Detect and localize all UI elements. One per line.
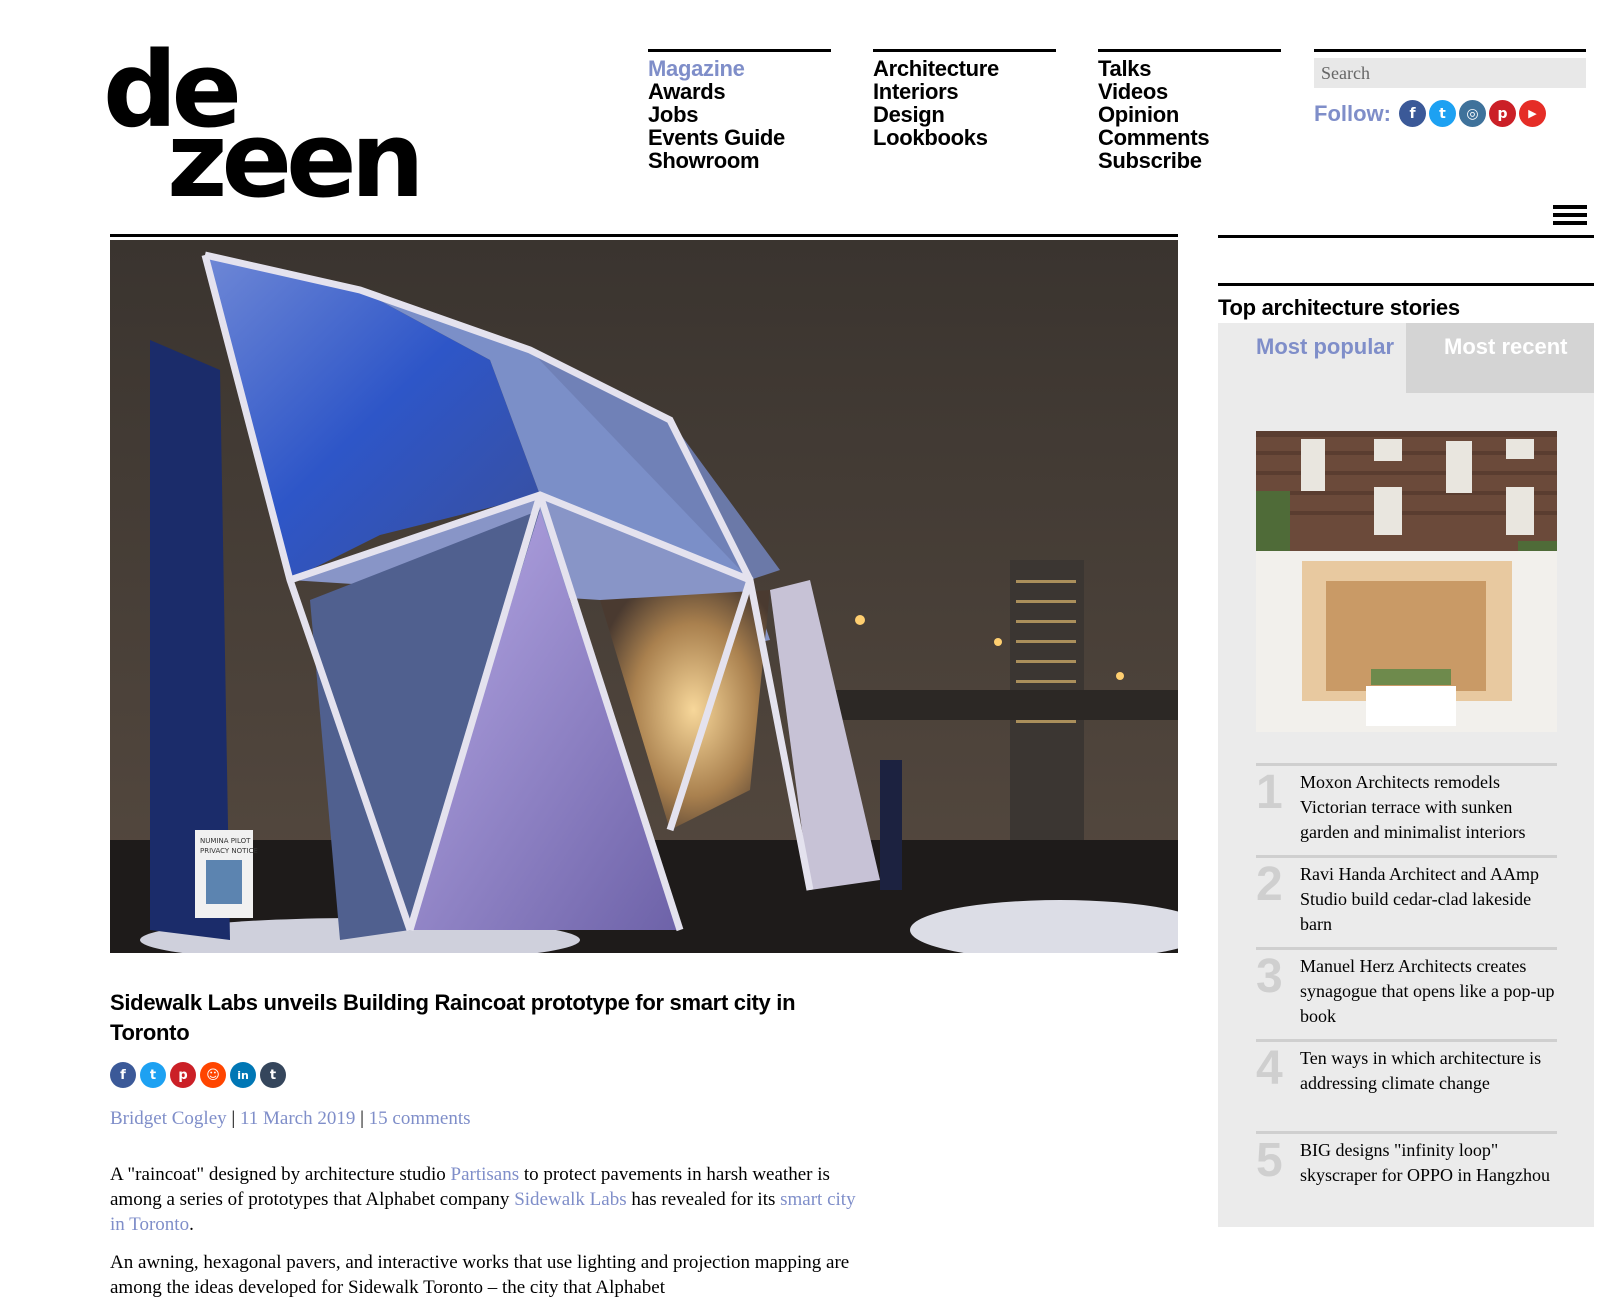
story-rank: 1 bbox=[1256, 766, 1283, 819]
nav-jobs[interactable]: Jobs bbox=[648, 103, 831, 126]
nav-videos[interactable]: Videos bbox=[1098, 80, 1281, 103]
story-item-4[interactable]: 4 Ten ways in which architecture is addr… bbox=[1256, 1039, 1557, 1129]
story-title[interactable]: Manuel Herz Architects creates synagogue… bbox=[1300, 954, 1560, 1029]
follow-label: Follow: bbox=[1314, 100, 1391, 126]
paragraph-text: . bbox=[189, 1214, 194, 1235]
nav-subscribe[interactable]: Subscribe bbox=[1098, 149, 1281, 172]
pinterest-icon[interactable]: p bbox=[1488, 100, 1516, 127]
story-title[interactable]: Ten ways in which architecture is addres… bbox=[1300, 1046, 1560, 1096]
author-link[interactable]: Bridget Cogley bbox=[110, 1108, 227, 1129]
sidebar-divider bbox=[1218, 283, 1594, 286]
share-facebook-icon[interactable]: f bbox=[110, 1062, 136, 1088]
story-item-3[interactable]: 3 Manuel Herz Architects creates synagog… bbox=[1256, 947, 1557, 1037]
byline-separator: | bbox=[226, 1108, 240, 1129]
nav-awards[interactable]: Awards bbox=[648, 80, 831, 103]
nav-interiors[interactable]: Interiors bbox=[873, 80, 1056, 103]
story-rank: 5 bbox=[1256, 1134, 1283, 1187]
image-sign-line-2: PRIVACY NOTICE bbox=[200, 847, 258, 855]
comments-link[interactable]: 15 comments bbox=[369, 1108, 471, 1129]
story-thumbnail[interactable] bbox=[1256, 431, 1557, 732]
story-title[interactable]: BIG designs "infinity loop" skyscraper f… bbox=[1300, 1138, 1560, 1188]
nav-events-guide[interactable]: Events Guide bbox=[648, 126, 831, 149]
top-stories-panel: Most popular Most recent 1 Moxon Archite… bbox=[1218, 323, 1594, 1227]
share-tumblr-icon[interactable]: t bbox=[260, 1062, 286, 1088]
youtube-icon[interactable]: ▶ bbox=[1518, 100, 1546, 127]
share-pinterest-icon[interactable]: p bbox=[170, 1062, 196, 1088]
article-byline: Bridget Cogley | 11 March 2019 | 15 comm… bbox=[110, 1108, 471, 1130]
nav-lookbooks[interactable]: Lookbooks bbox=[873, 126, 1056, 149]
nav-comments[interactable]: Comments bbox=[1098, 126, 1281, 149]
nav-design[interactable]: Design bbox=[873, 103, 1056, 126]
main-divider bbox=[110, 234, 1178, 237]
sidebar-divider bbox=[1218, 235, 1594, 238]
paragraph-text: has revealed for its bbox=[626, 1189, 781, 1210]
article-title[interactable]: Sidewalk Labs unveils Building Raincoat … bbox=[110, 988, 830, 1048]
twitter-icon[interactable]: t bbox=[1428, 100, 1456, 127]
nav-column-3: Talks Videos Opinion Comments Subscribe bbox=[1098, 49, 1281, 172]
nav-column-1: Magazine Awards Jobs Events Guide Showro… bbox=[648, 49, 831, 172]
follow-row: Follow: f t ◎ p ▶ bbox=[1314, 100, 1586, 127]
tab-most-recent[interactable]: Most recent bbox=[1406, 323, 1594, 393]
share-reddit-icon[interactable]: ☺ bbox=[200, 1062, 226, 1088]
story-item-1[interactable]: 1 Moxon Architects remodels Victorian te… bbox=[1256, 763, 1557, 853]
share-row: f t p ☺ in t bbox=[110, 1062, 290, 1088]
story-title[interactable]: Ravi Handa Architect and AAmp Studio bui… bbox=[1300, 862, 1560, 937]
share-linkedin-icon[interactable]: in bbox=[230, 1062, 256, 1088]
facebook-icon[interactable]: f bbox=[1398, 100, 1426, 127]
nav-magazine[interactable]: Magazine bbox=[648, 57, 831, 80]
article-paragraph-1: A "raincoat" designed by architecture st… bbox=[110, 1162, 870, 1237]
nav-talks[interactable]: Talks bbox=[1098, 57, 1281, 80]
date-link[interactable]: 11 March 2019 bbox=[240, 1108, 355, 1129]
hamburger-menu-icon[interactable] bbox=[1553, 205, 1587, 231]
story-rank: 2 bbox=[1256, 858, 1283, 911]
search-follow-block: Follow: f t ◎ p ▶ bbox=[1314, 49, 1586, 127]
dezeen-logo[interactable]: de zeen bbox=[103, 38, 425, 212]
nav-opinion[interactable]: Opinion bbox=[1098, 103, 1281, 126]
story-rank: 3 bbox=[1256, 950, 1283, 1003]
paragraph-text: A "raincoat" designed by architecture st… bbox=[110, 1164, 451, 1185]
story-item-5[interactable]: 5 BIG designs "infinity loop" skyscraper… bbox=[1256, 1131, 1557, 1221]
nav-column-2: Architecture Interiors Design Lookbooks bbox=[873, 49, 1056, 149]
share-twitter-icon[interactable]: t bbox=[140, 1062, 166, 1088]
byline-separator: | bbox=[355, 1108, 369, 1129]
search-input[interactable] bbox=[1314, 58, 1586, 88]
story-item-2[interactable]: 2 Ravi Handa Architect and AAmp Studio b… bbox=[1256, 855, 1557, 945]
nav-architecture[interactable]: Architecture bbox=[873, 57, 1056, 80]
image-sign-line-1: NUMINA PILOT bbox=[200, 837, 251, 845]
article-paragraph-2: An awning, hexagonal pavers, and interac… bbox=[110, 1252, 850, 1297]
nav-showroom[interactable]: Showroom bbox=[648, 149, 831, 172]
tab-most-popular[interactable]: Most popular bbox=[1218, 323, 1406, 393]
story-rank: 4 bbox=[1256, 1042, 1283, 1095]
logo-line-2: zeen bbox=[167, 99, 425, 221]
story-title[interactable]: Moxon Architects remodels Victorian terr… bbox=[1300, 770, 1560, 845]
sidebar-title: Top architecture stories bbox=[1218, 295, 1460, 320]
hero-image[interactable]: NUMINA PILOT PRIVACY NOTICE bbox=[110, 240, 1178, 953]
partisans-link[interactable]: Partisans bbox=[451, 1164, 520, 1185]
sidewalk-labs-link[interactable]: Sidewalk Labs bbox=[514, 1189, 626, 1210]
instagram-icon[interactable]: ◎ bbox=[1458, 100, 1486, 127]
